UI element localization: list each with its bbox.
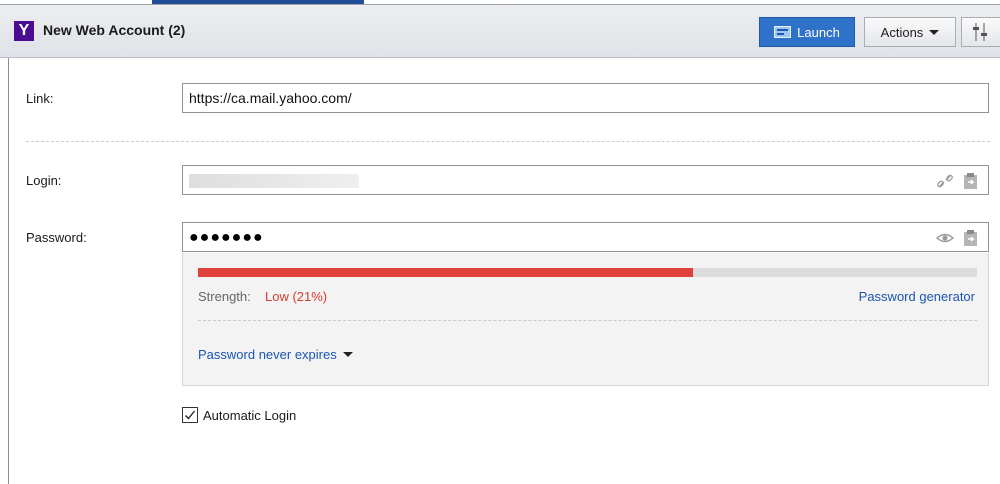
checkmark-icon	[185, 410, 196, 420]
automatic-login-option[interactable]: Automatic Login	[182, 407, 296, 423]
launch-button[interactable]: Launch	[759, 17, 855, 47]
chevron-down-icon	[342, 352, 353, 357]
login-redacted	[189, 174, 359, 188]
panel-left-border	[8, 58, 9, 484]
panel-divider	[198, 320, 977, 321]
chevron-down-icon	[929, 29, 940, 35]
eye-icon[interactable]	[936, 229, 954, 247]
link-value: https://ca.mail.yahoo.com/	[189, 90, 352, 106]
login-field[interactable]	[182, 165, 989, 195]
copy-icon[interactable]	[962, 229, 980, 247]
link-field[interactable]: https://ca.mail.yahoo.com/	[182, 83, 989, 113]
header-bar: Y New Web Account (2) Launch Actions	[0, 5, 1000, 58]
actions-dropdown-button[interactable]: Actions	[864, 17, 956, 47]
settings-icon	[973, 23, 987, 41]
strength-value: Low (21%)	[265, 289, 328, 304]
password-label: Password:	[26, 230, 87, 245]
logo-y-icon: Y	[14, 21, 34, 41]
login-label: Login:	[26, 173, 62, 188]
strength-label: Strength:	[198, 289, 251, 304]
actions-label: Actions	[880, 24, 924, 40]
password-expiry-dropdown[interactable]: Password never expires	[198, 347, 353, 362]
strength-meter-fill	[198, 268, 693, 277]
strength-meter	[198, 268, 977, 277]
launch-label: Launch	[797, 24, 840, 40]
automatic-login-checkbox[interactable]	[182, 407, 198, 423]
page-title: New Web Account (2)	[43, 22, 186, 38]
settings-button[interactable]	[961, 17, 1000, 47]
password-generator-link[interactable]: Password generator	[859, 289, 975, 304]
password-expiry-label: Password never expires	[198, 347, 337, 362]
automatic-login-label: Automatic Login	[203, 407, 297, 423]
link-label: Link:	[26, 91, 54, 106]
password-masked-value: ●●●●●●●	[189, 229, 264, 246]
copy-icon[interactable]	[962, 172, 980, 190]
link-icon[interactable]	[936, 172, 954, 190]
password-details-panel: Strength: Low (21%) Password generator P…	[182, 253, 989, 386]
section-divider	[26, 141, 990, 142]
password-field[interactable]: ●●●●●●●	[182, 222, 989, 252]
launch-icon	[774, 26, 792, 38]
